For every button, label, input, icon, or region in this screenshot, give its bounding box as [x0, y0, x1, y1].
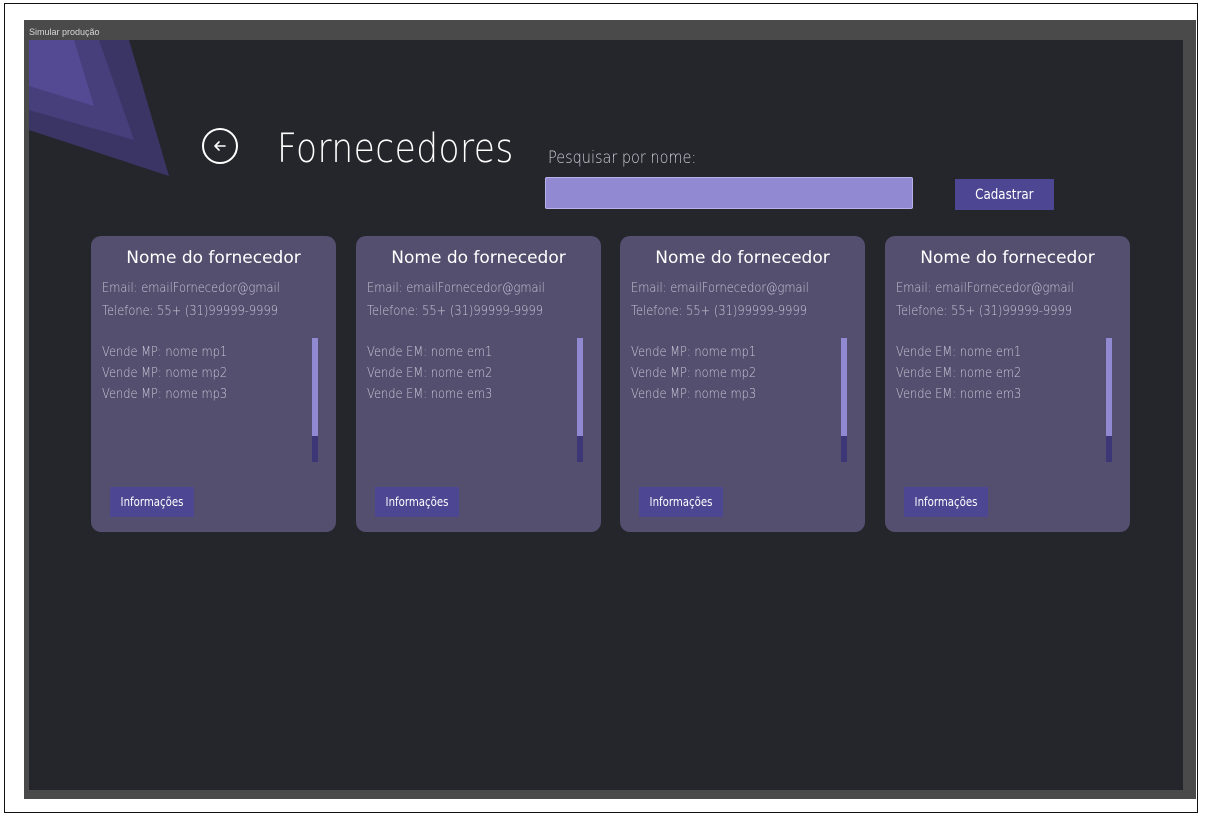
supplier-item: Vende MP: nome mp1: [102, 345, 228, 360]
main-canvas: Fornecedores Pesquisar por nome: Cadastr…: [29, 40, 1183, 790]
supplier-card: Nome do fornecedor Email: emailFornecedo…: [885, 236, 1130, 532]
supplier-item: Vende EM: nome em2: [896, 366, 1022, 381]
scrollbar-thumb[interactable]: [1106, 338, 1112, 436]
supplier-item: Vende EM: nome em2: [367, 366, 493, 381]
supplier-item: Vende MP: nome mp1: [631, 345, 757, 360]
app-window: Simular produção Fornecedores Pesquisar …: [24, 20, 1196, 799]
supplier-item: Vende EM: nome em1: [896, 345, 1022, 360]
info-button[interactable]: Informações: [904, 487, 988, 517]
supplier-name: Nome do fornecedor: [391, 248, 566, 268]
supplier-email: Email: emailFornecedor@gmail: [896, 281, 1074, 296]
supplier-item: Vende MP: nome mp2: [631, 366, 757, 381]
supplier-phone: Telefone: 55+ (31)99999-9999: [367, 304, 544, 319]
supplier-name: Nome do fornecedor: [126, 248, 301, 268]
scrollbar[interactable]: [312, 338, 318, 462]
supplier-item: Vende MP: nome mp2: [102, 366, 228, 381]
search-input[interactable]: [545, 177, 913, 209]
supplier-phone: Telefone: 55+ (31)99999-9999: [896, 304, 1073, 319]
supplier-card: Nome do fornecedor Email: emailFornecedo…: [91, 236, 336, 532]
window-title: Simular produção: [29, 27, 100, 37]
supplier-item: Vende MP: nome mp3: [102, 387, 228, 402]
info-button-label: Informações: [914, 495, 978, 509]
back-button[interactable]: [202, 128, 238, 164]
scrollbar-thumb[interactable]: [577, 338, 583, 436]
info-button-label: Informações: [385, 495, 449, 509]
info-button-label: Informações: [649, 495, 713, 509]
scrollbar[interactable]: [577, 338, 583, 462]
decorative-triangles: [29, 40, 169, 176]
scrollbar-thumb[interactable]: [312, 338, 318, 436]
supplier-item: Vende MP: nome mp3: [631, 387, 757, 402]
supplier-item: Vende EM: nome em3: [896, 387, 1022, 402]
supplier-email: Email: emailFornecedor@gmail: [367, 281, 545, 296]
search-label: Pesquisar por nome:: [548, 148, 697, 168]
register-button-label: Cadastrar: [975, 186, 1034, 203]
supplier-name: Nome do fornecedor: [920, 248, 1095, 268]
arrow-left-icon: [214, 141, 226, 151]
info-button[interactable]: Informações: [639, 487, 723, 517]
register-button[interactable]: Cadastrar: [955, 179, 1054, 210]
supplier-phone: Telefone: 55+ (31)99999-9999: [631, 304, 808, 319]
scrollbar-thumb[interactable]: [841, 338, 847, 436]
supplier-item: Vende EM: nome em1: [367, 345, 493, 360]
supplier-item: Vende EM: nome em3: [367, 387, 493, 402]
supplier-email: Email: emailFornecedor@gmail: [102, 281, 280, 296]
supplier-email: Email: emailFornecedor@gmail: [631, 281, 809, 296]
page-title: Fornecedores: [277, 126, 514, 172]
supplier-name: Nome do fornecedor: [655, 248, 830, 268]
supplier-card: Nome do fornecedor Email: emailFornecedo…: [620, 236, 865, 532]
info-button[interactable]: Informações: [110, 487, 194, 517]
scrollbar[interactable]: [841, 338, 847, 462]
info-button-label: Informações: [120, 495, 184, 509]
info-button[interactable]: Informações: [375, 487, 459, 517]
supplier-phone: Telefone: 55+ (31)99999-9999: [102, 304, 279, 319]
scrollbar[interactable]: [1106, 338, 1112, 462]
supplier-card: Nome do fornecedor Email: emailFornecedo…: [356, 236, 601, 532]
